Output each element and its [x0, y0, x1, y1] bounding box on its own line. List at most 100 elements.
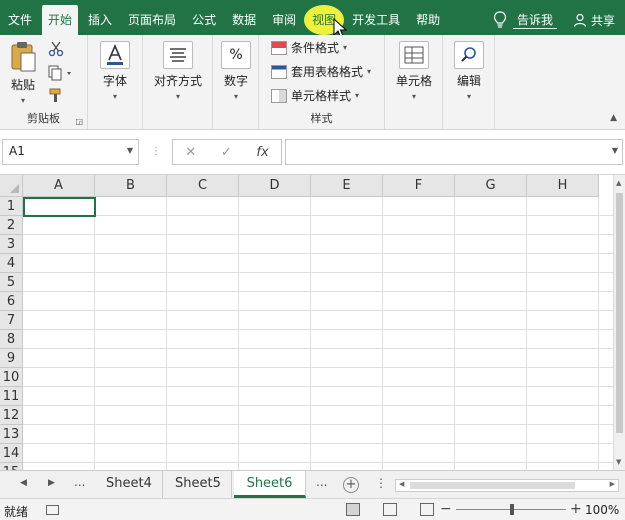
group-styles: 条件格式 ▾ 套用表格格式 ▾ 单元格样式 ▾ 样式	[259, 35, 385, 130]
zoom-out-icon[interactable]: −	[440, 501, 452, 517]
tab-data[interactable]: 数据	[224, 5, 264, 35]
more-sheets-right[interactable]: ...	[316, 475, 327, 489]
tab-developer[interactable]: 开发工具	[344, 5, 408, 35]
row-header[interactable]: 4	[0, 254, 23, 273]
horizontal-scrollbar[interactable]: ◀ ▶	[395, 479, 619, 492]
select-all-corner[interactable]	[0, 175, 23, 197]
cell-area[interactable]	[23, 197, 615, 470]
chevron-down-icon[interactable]: ▼	[127, 146, 133, 155]
cells-button[interactable]: 单元格 ▾	[391, 41, 437, 101]
alignment-button[interactable]: 对齐方式 ▾	[149, 41, 207, 101]
format-painter-icon[interactable]	[48, 87, 64, 103]
collapse-ribbon-icon[interactable]: ▲	[610, 113, 617, 123]
row-header[interactable]: 2	[0, 216, 23, 235]
sheet-tab-sheet5[interactable]: Sheet5	[165, 471, 232, 498]
add-sheet-icon[interactable]: +	[343, 477, 359, 493]
paste-button[interactable]: 粘贴 ▾	[4, 41, 42, 105]
vertical-scroll-thumb[interactable]	[616, 193, 623, 433]
group-label-styles: 样式	[310, 112, 333, 125]
share-label: 共享	[590, 13, 615, 28]
copy-icon[interactable]	[48, 65, 74, 81]
row-header[interactable]: 12	[0, 406, 23, 425]
macro-record-icon[interactable]	[46, 505, 59, 515]
row-header[interactable]: 3	[0, 235, 23, 254]
row-header[interactable]: 9	[0, 349, 23, 368]
drag-handle-icon[interactable]: ⋮	[375, 476, 387, 490]
row-header[interactable]: 5	[0, 273, 23, 292]
chevron-down-icon[interactable]: ▼	[612, 146, 618, 155]
row-header[interactable]: 15	[0, 463, 23, 470]
column-header[interactable]: D	[239, 175, 311, 197]
drag-handle-icon[interactable]: ⋮	[151, 146, 161, 157]
cell-styles-button[interactable]: 单元格样式 ▾	[271, 87, 359, 104]
scroll-down-icon[interactable]: ▼	[616, 458, 621, 466]
row-header[interactable]: 8	[0, 330, 23, 349]
lightbulb-icon	[493, 11, 507, 28]
tab-file[interactable]: 文件	[0, 5, 40, 35]
vertical-scrollbar[interactable]: ▲ ▼	[613, 175, 625, 470]
column-header[interactable]: F	[383, 175, 455, 197]
column-header[interactable]: A	[23, 175, 95, 197]
scroll-right-icon[interactable]: ▶	[610, 480, 615, 488]
cells-icon	[399, 41, 429, 69]
group-editing: 编辑 ▾	[443, 35, 495, 130]
scroll-left-icon[interactable]: ◀	[399, 480, 404, 488]
zoom-in-icon[interactable]: +	[570, 501, 582, 517]
font-button[interactable]: 字体 ▾	[95, 41, 135, 101]
name-box[interactable]: A1 ▼	[2, 139, 139, 165]
chevron-down-icon: ▾	[175, 92, 180, 101]
share-button[interactable]: 共享	[573, 12, 625, 29]
tab-help[interactable]: 帮助	[408, 5, 448, 35]
conditional-format-button[interactable]: 条件格式 ▾	[271, 39, 347, 56]
enter-icon[interactable]: ✓	[221, 145, 232, 160]
column-header[interactable]: E	[311, 175, 383, 197]
scroll-up-icon[interactable]: ▲	[616, 179, 621, 187]
row-header[interactable]: 6	[0, 292, 23, 311]
column-header[interactable]: B	[95, 175, 167, 197]
tab-formulas[interactable]: 公式	[184, 5, 224, 35]
normal-view-icon[interactable]	[346, 503, 360, 516]
cell-styles-icon	[271, 88, 287, 103]
tell-me-search[interactable]: 告诉我	[512, 11, 557, 29]
name-box-value: A1	[9, 144, 25, 158]
row-header[interactable]: 10	[0, 368, 23, 387]
cut-icon[interactable]	[48, 41, 64, 57]
page-layout-view-icon[interactable]	[383, 503, 397, 516]
zoom-level[interactable]: 100%	[585, 503, 619, 517]
editing-button[interactable]: 编辑 ▾	[449, 41, 489, 101]
prev-sheet-icon[interactable]: ◀	[20, 478, 27, 488]
row-header[interactable]: 1	[0, 197, 23, 216]
paste-icon	[11, 42, 36, 72]
cancel-icon[interactable]: ✕	[185, 145, 196, 160]
editing-label: 编辑	[456, 74, 481, 88]
formula-input[interactable]: ▼	[285, 139, 623, 165]
next-sheet-icon[interactable]: ▶	[48, 478, 55, 488]
active-cell-a1[interactable]	[23, 197, 96, 217]
conditional-format-icon	[271, 40, 287, 55]
row-header[interactable]: 7	[0, 311, 23, 330]
tab-page-layout[interactable]: 页面布局	[120, 5, 184, 35]
column-header[interactable]: C	[167, 175, 239, 197]
insert-function-icon[interactable]: fx	[256, 145, 268, 160]
worksheet-grid: ABCDEFGH 123456789101112131415 ▲ ▼	[0, 175, 625, 470]
tab-review[interactable]: 审阅	[264, 5, 304, 35]
number-button[interactable]: % 数字 ▾	[216, 41, 256, 101]
table-format-button[interactable]: 套用表格格式 ▾	[271, 63, 371, 80]
more-sheets-left[interactable]: ...	[74, 475, 85, 489]
tab-home[interactable]: 开始	[42, 5, 79, 35]
sheet-tab-sheet6[interactable]: Sheet6	[234, 471, 306, 498]
column-header[interactable]: G	[455, 175, 527, 197]
zoom-slider-thumb[interactable]	[510, 504, 514, 515]
ribbon-home: 粘贴 ▾ 剪贴板 ◲ 字体 ▾ 对齐方式 ▾ % 数字 ▾ 条件格式 ▾ 套用表…	[0, 35, 625, 130]
sheet-tab-bar: ◀ ▶ ... Sheet4 Sheet5 Sheet6 ... + ⋮ ◀ ▶	[0, 470, 625, 498]
group-cells: 单元格 ▾	[385, 35, 443, 130]
row-header[interactable]: 11	[0, 387, 23, 406]
page-break-view-icon[interactable]	[420, 503, 434, 516]
row-header[interactable]: 14	[0, 444, 23, 463]
horizontal-scroll-thumb[interactable]	[410, 482, 575, 489]
dialog-launcher-icon[interactable]: ◲	[75, 117, 83, 126]
sheet-tab-sheet4[interactable]: Sheet4	[96, 471, 163, 498]
tab-insert[interactable]: 插入	[80, 5, 120, 35]
column-header[interactable]: H	[527, 175, 599, 197]
row-header[interactable]: 13	[0, 425, 23, 444]
